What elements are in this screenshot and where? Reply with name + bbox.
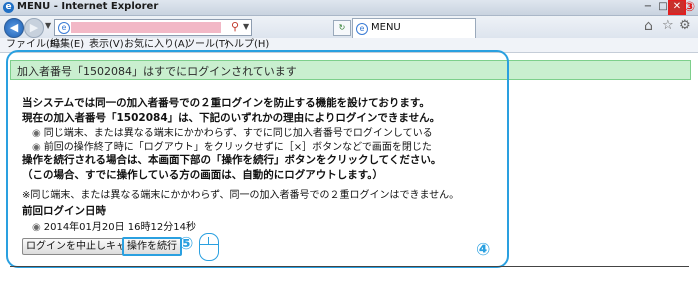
compatibility-view-icon[interactable]: ↻ [333, 20, 351, 36]
back-button[interactable]: ◀ [4, 18, 24, 38]
favorites-star-icon[interactable]: ☆ [662, 18, 674, 33]
history-dropdown-icon[interactable]: ▼ [45, 21, 51, 30]
search-icon[interactable]: ⚲ [231, 20, 239, 33]
address-toolbar: ◀ ▶ ▼ e ⚲ ▼ ↻ e MENU ⌂ ☆ ⚙ [0, 16, 698, 38]
divider [10, 266, 689, 267]
maximize-button[interactable]: □ [655, 1, 671, 13]
content-highlight-frame [6, 50, 509, 268]
ie-icon: e [3, 2, 14, 13]
annotation-3: ③ [684, 0, 696, 15]
window-title: MENU - Internet Explorer [17, 1, 159, 12]
close-button[interactable]: ✕ [668, 0, 686, 15]
forward-button[interactable]: ▶ [24, 18, 44, 38]
address-field[interactable]: e ⚲ ▼ [54, 19, 252, 36]
gear-icon[interactable]: ⚙ [679, 18, 691, 33]
url-text-redacted [71, 22, 221, 33]
ie-page-icon: e [58, 22, 70, 34]
minimize-button[interactable]: − [640, 1, 656, 13]
window-titlebar: e MENU - Internet Explorer − □ ✕ ③ [0, 0, 698, 16]
address-dropdown-icon[interactable]: ▼ [243, 22, 249, 31]
tab-menu[interactable]: e MENU [352, 18, 476, 38]
tab-label: MENU [371, 22, 401, 33]
annotation-4: ④ [476, 240, 491, 260]
tab-page-icon: e [356, 23, 368, 35]
home-icon[interactable]: ⌂ [644, 18, 653, 34]
